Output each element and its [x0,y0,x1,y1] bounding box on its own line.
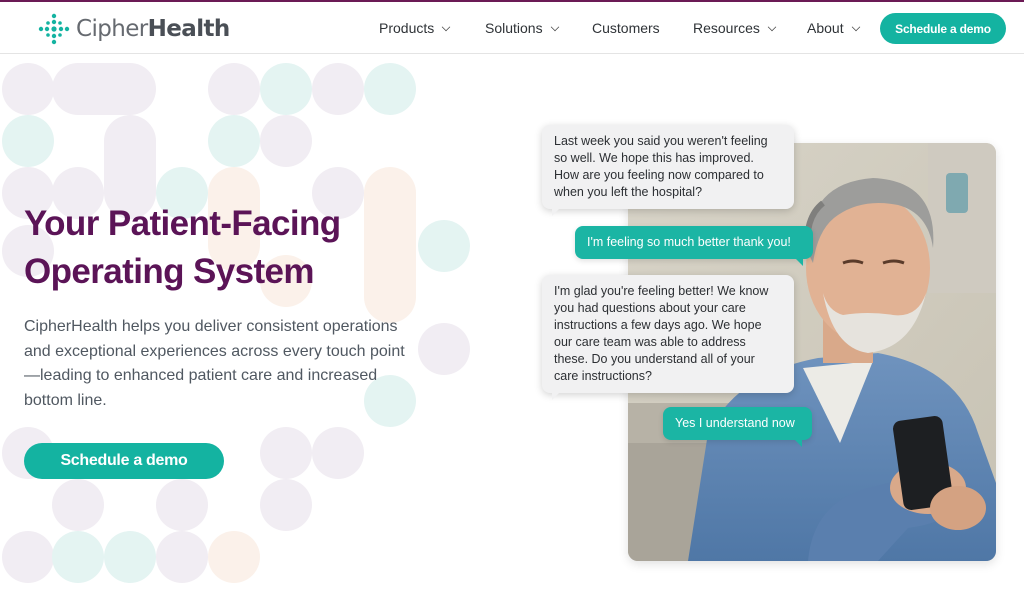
chat-message-text: Last week you said you weren't feeling s… [554,134,768,199]
hero-schedule-demo-button[interactable]: Schedule a demo [24,443,224,479]
chevron-down-icon [442,22,451,31]
chevron-down-icon [851,22,860,31]
hero-title-line-1: Your Patient-Facing [24,204,341,243]
chat-message-outgoing: I'm feeling so much better thank you! [575,226,813,266]
hero-description: CipherHealth helps you deliver consisten… [24,318,405,409]
nav-solutions-label: Solutions [485,20,543,36]
nav-about-label: About [807,20,844,36]
cross-dots-logo-icon [38,13,70,45]
nav-schedule-demo-button[interactable]: Schedule a demo [880,13,1006,44]
nav-products-label: Products [379,20,435,36]
nav-customers[interactable]: Customers [592,20,660,36]
chat-message-text: I'm feeling so much better thank you! [587,235,791,249]
bubble-tail [795,258,803,266]
nav-customers-label: Customers [592,20,660,36]
nav-solutions[interactable]: Solutions [485,20,559,36]
cipherhealth-logo[interactable]: CipherHealth [38,13,230,45]
top-navigation: CipherHealth Products Solutions Customer… [0,2,1024,54]
chat-message-incoming: I'm glad you're feeling better! We know … [542,275,794,400]
chat-message-incoming: Last week you said you weren't feeling s… [542,125,794,216]
bubble-tail [552,392,560,400]
chat-message-text: Yes I understand now [675,416,795,430]
bubble-tail [794,439,802,447]
hero-title-line-2: Operating System [24,252,315,291]
nav-products[interactable]: Products [379,20,451,36]
hero-title: Your Patient-Facing Operating System [24,200,444,296]
nav-resources[interactable]: Resources [693,20,777,36]
logo-wordmark: CipherHealth [76,15,230,42]
chevron-down-icon [550,22,559,31]
chat-message-text: I'm glad you're feeling better! We know … [554,284,769,383]
chevron-down-icon [767,22,777,31]
nav-about[interactable]: About [807,20,860,36]
chat-message-outgoing: Yes I understand now [663,407,812,447]
bubble-tail [552,208,560,216]
nav-resources-label: Resources [693,20,760,36]
